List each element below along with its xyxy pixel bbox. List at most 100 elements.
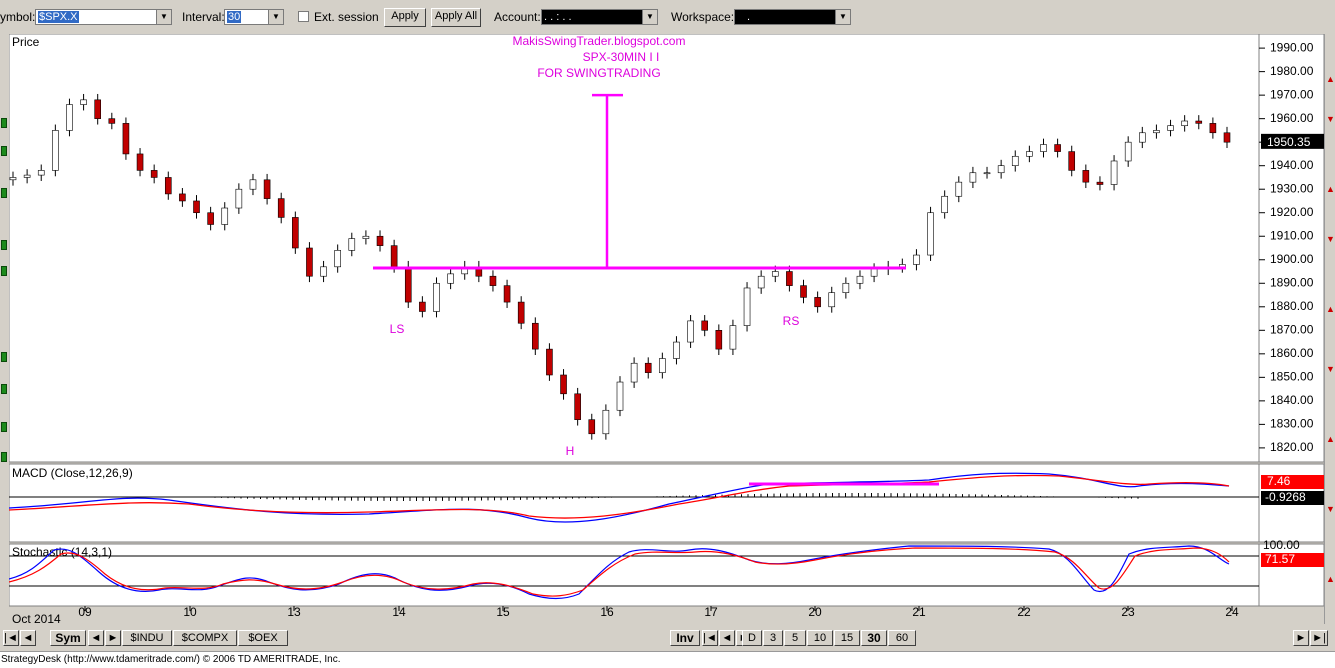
apply-all-button[interactable]: Apply All — [431, 8, 481, 27]
workspace-select[interactable]: . ▼ — [734, 9, 851, 25]
tool-icon[interactable] — [1, 240, 7, 250]
chevron-down-icon[interactable]: ▼ — [835, 10, 850, 24]
candle-body — [743, 287, 751, 326]
prev-symbol-icon[interactable]: ◄ — [88, 630, 104, 646]
left-drawing-toolbar — [0, 34, 9, 624]
candle-body — [828, 292, 836, 308]
candle-body — [927, 212, 934, 256]
candle-body — [1167, 125, 1174, 131]
candle-body — [687, 320, 694, 343]
sym-tab[interactable]: Sym — [50, 630, 86, 646]
time-tick-label: 23 — [1121, 605, 1135, 619]
candle-body — [306, 247, 313, 277]
annotation-line-1: MakisSwingTrader.blogspot.com — [513, 34, 686, 48]
price-tick-label: 1930.00 — [1270, 181, 1314, 195]
ext-session-checkbox[interactable] — [298, 11, 309, 22]
tool-icon[interactable] — [1, 384, 7, 394]
candle-body — [390, 245, 398, 268]
chevron-down-icon[interactable]: ▼ — [156, 10, 171, 24]
price-tick-label: 1870.00 — [1270, 322, 1314, 336]
apply-button[interactable]: Apply — [384, 8, 426, 27]
tool-icon[interactable] — [1, 146, 7, 156]
price-tick-label: 1840.00 — [1270, 393, 1314, 407]
candle-body — [771, 271, 779, 277]
candle-body — [1181, 120, 1188, 127]
scale-icon[interactable]: ▼ — [1326, 504, 1335, 514]
candle-body — [80, 99, 87, 105]
prev-icon[interactable]: ◄ — [20, 630, 36, 646]
chart-area[interactable]: Price 1990.001980.001970.001960.001950.0… — [9, 34, 1324, 628]
interval-select[interactable]: 30 ▼ — [224, 9, 284, 25]
scale-icon[interactable]: ▼ — [1326, 114, 1335, 124]
scale-icon[interactable]: ▲ — [1326, 74, 1335, 84]
candle-body — [1223, 132, 1231, 143]
tool-icon[interactable] — [1, 188, 7, 198]
candle-body — [630, 362, 638, 383]
tool-icon[interactable] — [1, 118, 7, 128]
scale-icon[interactable]: ▲ — [1326, 434, 1335, 444]
price-tick-label: 1940.00 — [1270, 158, 1314, 172]
scale-icon[interactable]: ▼ — [1326, 234, 1335, 244]
symbol-tab-compx[interactable]: $COMPX — [173, 630, 237, 646]
tool-icon[interactable] — [1, 266, 7, 276]
annotation-line-3: FOR SWINGTRADING — [537, 66, 660, 80]
time-tick-label: 20 — [808, 605, 822, 619]
candle-body — [1082, 170, 1090, 183]
interval-tab-5[interactable]: 5 — [784, 630, 806, 646]
tool-icon[interactable] — [1, 352, 7, 362]
candle-body — [941, 195, 948, 214]
candle-body — [588, 419, 596, 435]
price-tick-label: 1960.00 — [1270, 111, 1314, 125]
candle — [574, 387, 581, 426]
first-icon[interactable]: |◄ — [3, 630, 19, 646]
candle-body — [644, 362, 652, 373]
interval-tab-d[interactable]: D — [742, 630, 762, 646]
tool-icon[interactable] — [1, 452, 7, 462]
stochastic-value: 71.57 — [1265, 552, 1295, 566]
head-label: H — [566, 444, 575, 458]
scale-icon[interactable]: ▼ — [1326, 364, 1335, 374]
tool-icon[interactable] — [1, 422, 7, 432]
candle-body — [983, 172, 991, 175]
interval-tab-15[interactable]: 15 — [834, 630, 860, 646]
scale-icon[interactable]: ▲ — [1326, 574, 1335, 584]
candle-body — [193, 200, 200, 214]
candle-body — [37, 170, 45, 176]
prev-interval-icon[interactable]: ◄ — [719, 630, 735, 646]
ext-session-label: Ext. session — [314, 10, 379, 24]
time-tick-label: 16 — [600, 605, 614, 619]
interval-tab-10[interactable]: 10 — [807, 630, 833, 646]
symbol-input[interactable]: $SPX.X ▼ — [35, 9, 172, 25]
symbol-tab-indu[interactable]: $INDU — [122, 630, 172, 646]
time-tick-label: 14 — [392, 605, 406, 619]
candle — [292, 211, 299, 254]
inv-tab[interactable]: Inv — [670, 630, 700, 646]
candle-body — [757, 275, 765, 289]
candle-body — [1209, 123, 1217, 134]
scale-icon[interactable]: ▲ — [1326, 304, 1335, 314]
candle-body — [1040, 144, 1047, 152]
candle-body — [334, 250, 341, 268]
candle — [546, 343, 553, 381]
scroll-right-icon[interactable]: ► — [1293, 630, 1309, 646]
interval-tab-60[interactable]: 60 — [888, 630, 916, 646]
symbol-tab-oex[interactable]: $OEX — [238, 630, 288, 646]
chevron-down-icon[interactable]: ▼ — [642, 10, 657, 24]
left-shoulder-label: LS — [390, 322, 405, 336]
candle-body — [616, 381, 624, 411]
scroll-end-icon[interactable]: ►| — [1310, 630, 1328, 646]
account-select[interactable]: . . : . . ▼ — [541, 9, 658, 25]
candle-body — [1139, 132, 1146, 143]
candle-body — [150, 170, 158, 178]
interval-tab-3[interactable]: 3 — [763, 630, 783, 646]
next-symbol-icon[interactable]: ► — [105, 630, 121, 646]
chevron-down-icon[interactable]: ▼ — [268, 10, 283, 24]
candle — [66, 98, 73, 137]
interval-tab-30[interactable]: 30 — [861, 630, 887, 646]
scale-icon[interactable]: ▲ — [1326, 184, 1335, 194]
candle-body — [419, 301, 426, 312]
candle-body — [969, 172, 977, 183]
candle-body — [842, 282, 850, 293]
last-price-value: 1950.35 — [1267, 135, 1311, 149]
first-interval-icon[interactable]: |◄ — [702, 630, 718, 646]
